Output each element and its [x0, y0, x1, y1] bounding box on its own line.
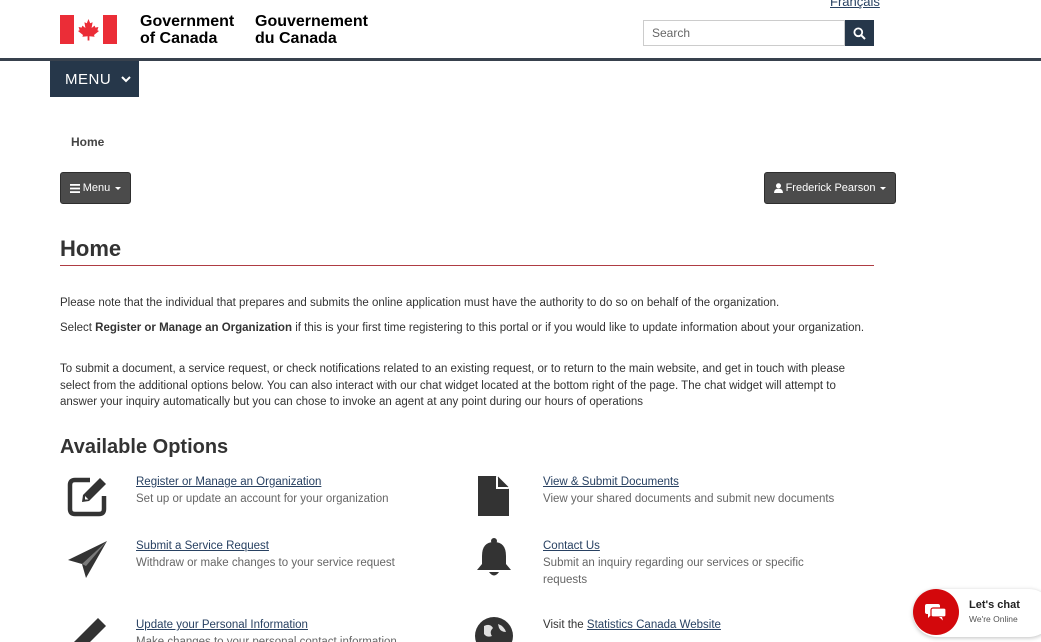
chat-launcher-button[interactable] [913, 589, 959, 635]
available-options-heading: Available Options [60, 436, 229, 458]
update-personal-info-link[interactable]: Update your Personal Information [136, 619, 308, 631]
search-icon [853, 27, 866, 40]
user-account-button[interactable]: Frederick Pearson [764, 172, 896, 204]
register-instructions-end: if this is your first time registering t… [292, 322, 865, 334]
signature-en-line2: of Canada [140, 30, 218, 47]
site-menu-label: MENU [65, 70, 112, 88]
chat-widget[interactable]: Let's chat We're Online [913, 589, 1041, 637]
user-icon [773, 183, 783, 193]
pencil-icon [74, 618, 106, 642]
signature-french: Gouvernement du Canada [255, 13, 368, 47]
caret-down-icon [115, 186, 122, 190]
site-menu-button[interactable]: MENU [50, 61, 139, 97]
caret-down-icon [880, 186, 887, 190]
page-title: Home [60, 236, 122, 261]
chevron-down-icon [121, 75, 131, 82]
submit-service-request-desc: Withdraw or make changes to your service… [136, 557, 395, 569]
signature-fr-line1: Gouvernement [255, 13, 368, 30]
title-divider [60, 265, 874, 266]
view-submit-documents-link[interactable]: View & Submit Documents [543, 476, 679, 488]
visit-statcan-text: Visit the Statistics Canada Website [543, 619, 721, 631]
options-instructions: To submit a document, a service request,… [60, 363, 845, 408]
register-instructions: Select Register or Manage an Organizatio… [60, 320, 874, 337]
globe-icon [475, 617, 513, 642]
breadcrumb-current: Home [71, 135, 105, 149]
signature-fr-line2: du Canada [255, 30, 337, 47]
breadcrumb: Home [71, 135, 104, 149]
site-header: Français Government of Canada Gouverneme… [0, 0, 1041, 61]
language-toggle-link[interactable]: Français [830, 0, 880, 9]
register-instructions-bold: Register or Manage an Organization [95, 322, 292, 334]
update-personal-info-desc: Make changes to your personal contact in… [136, 636, 397, 642]
chat-bubble-icon [925, 604, 947, 621]
signature-english: Government of Canada [140, 13, 234, 47]
register-organization-desc: Set up or update an account for your org… [136, 493, 389, 505]
portal-menu-button[interactable]: Menu [60, 172, 131, 204]
statcan-website-link[interactable]: Statistics Canada Website [587, 619, 721, 631]
visit-statcan-prefix: Visit the [543, 619, 587, 631]
hamburger-icon [69, 183, 80, 193]
contact-us-link[interactable]: Contact Us [543, 540, 600, 552]
view-submit-documents-desc: View your shared documents and submit ne… [543, 493, 835, 505]
search-button[interactable] [845, 20, 874, 46]
contact-us-desc: Submit an inquiry regarding our services… [543, 557, 804, 586]
register-instructions-start: Select [60, 322, 96, 334]
paper-plane-icon [68, 541, 107, 578]
authority-notice: Please note that the individual that pre… [60, 297, 780, 309]
document-icon [478, 476, 509, 516]
chat-title: Let's chat [969, 599, 1020, 611]
bell-icon [477, 538, 511, 576]
canada-flag-icon[interactable] [60, 15, 117, 44]
submit-service-request-link[interactable]: Submit a Service Request [136, 540, 269, 552]
edit-square-icon [67, 477, 107, 517]
search-input[interactable] [643, 20, 845, 46]
portal-menu-label: Menu [82, 182, 111, 194]
register-organization-link[interactable]: Register or Manage an Organization [136, 476, 321, 488]
chat-status: We're Online [969, 614, 1018, 624]
signature-en-line1: Government [140, 13, 235, 30]
user-name-label: Frederick Pearson [785, 182, 876, 194]
